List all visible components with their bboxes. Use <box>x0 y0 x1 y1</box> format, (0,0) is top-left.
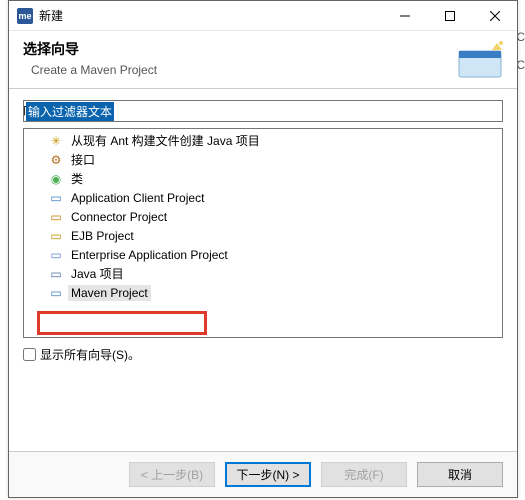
show-all-row: 显示所有向导(S)。 <box>23 346 503 363</box>
back-button[interactable]: < 上一步(B) <box>129 462 215 487</box>
window-title: 新建 <box>39 7 382 24</box>
minimize-button[interactable] <box>382 1 427 31</box>
button-bar: < 上一步(B) 下一步(N) > 完成(F) 取消 <box>9 451 517 497</box>
tree-item[interactable]: ▭Application Client Project <box>24 188 502 207</box>
tree-item[interactable]: ▭Enterprise Application Project <box>24 245 502 264</box>
minimize-icon <box>400 11 410 21</box>
tree-item-label: 类 <box>68 169 86 188</box>
tree-item-label: 从现有 Ant 构建文件创建 Java 项目 <box>68 131 263 150</box>
finish-button[interactable]: 完成(F) <box>321 462 407 487</box>
tree-item[interactable]: ▭EJB Project <box>24 226 502 245</box>
tree-item[interactable]: ⚙接口 <box>24 150 502 169</box>
project-icon: ▭ <box>48 285 64 301</box>
wizard-tree[interactable]: ✳从现有 Ant 构建文件创建 Java 项目⚙接口◉类▭Application… <box>23 128 503 338</box>
header-subtitle: Create a Maven Project <box>31 63 503 77</box>
maximize-icon <box>445 11 455 21</box>
next-button[interactable]: 下一步(N) > <box>225 462 311 487</box>
wizard-banner-icon <box>453 37 507 85</box>
filter-input[interactable]: 输入过滤器文本 <box>23 100 503 122</box>
tree-item-label: Java 项目 <box>68 264 127 283</box>
titlebar: me 新建 <box>9 1 517 31</box>
filter-text-selected: 输入过滤器文本 <box>26 102 114 121</box>
project-icon: ▭ <box>48 190 64 206</box>
app-icon: me <box>17 8 33 24</box>
show-all-checkbox[interactable] <box>23 348 36 361</box>
tree-item-label: Enterprise Application Project <box>68 247 231 263</box>
dialog-header: 选择向导 Create a Maven Project <box>9 31 517 89</box>
tree-item-label: Maven Project <box>68 285 151 301</box>
tree-item[interactable]: ✳从现有 Ant 构建文件创建 Java 项目 <box>24 131 502 150</box>
close-icon <box>490 11 500 21</box>
tree-item-label: 接口 <box>68 150 98 169</box>
tree-item[interactable]: ◉类 <box>24 169 502 188</box>
project-icon: ✳ <box>48 133 64 149</box>
tree-item[interactable]: ▭Java 项目 <box>24 264 502 283</box>
project-icon: ▭ <box>48 266 64 282</box>
maximize-button[interactable] <box>427 1 472 31</box>
show-all-label: 显示所有向导(S)。 <box>40 346 140 363</box>
close-button[interactable] <box>472 1 517 31</box>
dialog-content: 向导(W): 输入过滤器文本 ✳从现有 Ant 构建文件创建 Java 项目⚙接… <box>9 89 517 363</box>
tree-item-label: EJB Project <box>68 228 137 244</box>
header-title: 选择向导 <box>23 39 503 59</box>
tree-item-label: Connector Project <box>68 209 170 225</box>
cancel-button[interactable]: 取消 <box>417 462 503 487</box>
dialog-window: me 新建 选择向导 Create a Maven Project 向导(W):… <box>8 0 518 498</box>
project-icon: ▭ <box>48 228 64 244</box>
project-icon: ◉ <box>48 171 64 187</box>
project-icon: ▭ <box>48 209 64 225</box>
project-icon: ▭ <box>48 247 64 263</box>
tree-item[interactable]: ▭Maven Project <box>24 283 502 302</box>
project-icon: ⚙ <box>48 152 64 168</box>
tree-item-label: Application Client Project <box>68 190 207 206</box>
tree-item[interactable]: ▭Connector Project <box>24 207 502 226</box>
